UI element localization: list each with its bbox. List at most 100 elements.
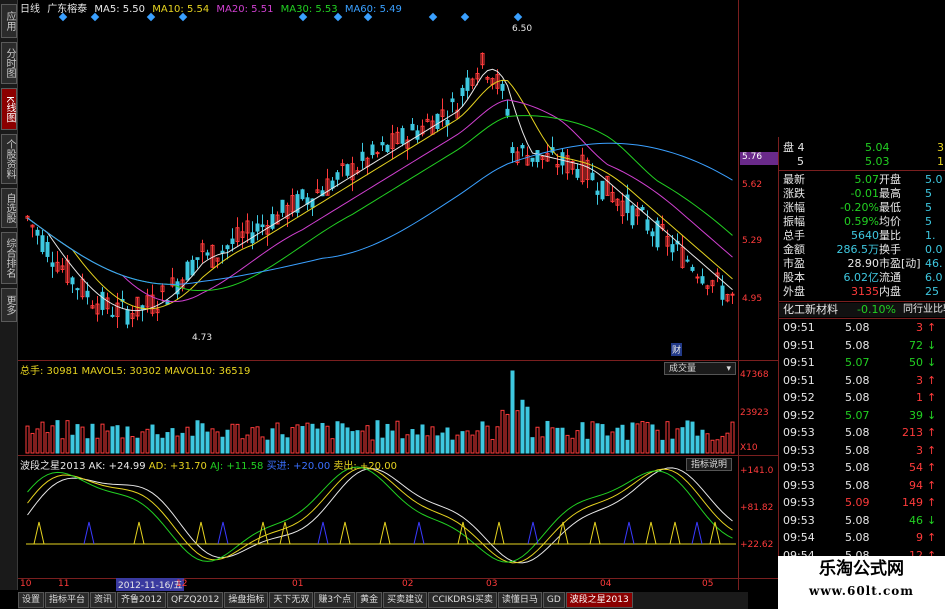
kline-chart[interactable] [18,0,738,590]
volume-bar [700,429,705,454]
tick-volume: 72 [909,338,923,352]
tick-row: 09:53 5.08 3 ↑ [779,444,945,458]
signal-triangle [379,521,391,545]
sector-row[interactable]: 化工新材料 -0.10% 同行业比较 [779,303,945,317]
bottom-tab[interactable]: 买卖建议 [383,592,428,608]
sector-compare-link[interactable]: 同行业比较 [903,303,945,317]
volume-bar [470,434,475,454]
volume-bar [325,425,330,454]
tab-apps[interactable]: 应用 [1,4,17,38]
bottom-tab[interactable]: 天下无双 [269,592,314,608]
financial-marker[interactable]: 财 [671,343,683,356]
volume-bar [125,426,130,454]
bottom-tab[interactable]: 黄金 [356,592,383,608]
bottom-tab[interactable]: QFZQ2012 [166,592,224,608]
indicator-help-button[interactable]: 指标说明 [686,458,733,471]
info-value: 6.0 [925,271,943,284]
volume-bar [310,423,315,454]
price-highlight: 5.76 [740,152,778,165]
volume-bar [190,435,195,454]
candle-body [370,144,375,156]
bottom-tab[interactable]: 资讯 [90,592,117,608]
volume-bar [340,423,345,454]
volume-bar [270,428,275,454]
volume-bar [330,438,335,454]
signal-triangle [339,521,351,545]
arrow-up-icon: ↑ [927,461,937,474]
arrow-down-icon: ↓ [927,513,937,527]
volume-bar [110,426,115,454]
tick-row: 09:51 5.08 3 ↑ [779,374,945,388]
signal-triangle [527,521,539,545]
indicator-axis-label: +141.0 [740,466,774,476]
volume-bar [130,436,135,454]
volume-indicator-select[interactable]: 成交量 ▾ [664,362,736,375]
volume-bar [120,437,125,454]
candle-body [40,235,45,253]
volume-bar [475,430,480,454]
tick-time: 09:54 [783,531,815,544]
indicator-lines [26,466,736,564]
volume-bar [645,421,650,454]
volume-bar [210,428,215,454]
volume-bar [200,423,205,454]
volume-bar [80,426,85,454]
bottom-tab[interactable]: 齐鲁2012 [117,592,166,608]
volume-bar [135,437,140,454]
arrow-up-icon: ↑ [927,443,937,457]
volume-bar [415,434,420,454]
volume-bar [240,438,245,454]
bottom-tab[interactable]: CCIKDRSI买卖 [428,592,497,608]
tab-kline[interactable]: K线图 [1,88,17,130]
left-tab-bar: 应用 分时图 K线图 个股资料 自选股 综合排名 更多 [0,0,18,590]
tab-stock-profile[interactable]: 个股资料 [1,134,17,184]
volume-bar [250,427,255,454]
volume-bar [650,424,655,454]
tick-price: 5.07 [845,356,870,369]
tab-more[interactable]: 更多 [1,288,17,322]
candle-body [535,150,540,163]
volume-bar [290,427,295,454]
candle-body [590,172,595,181]
tick-volume: 213 [902,426,923,439]
volume-bar [555,427,560,454]
tab-ranking[interactable]: 综合排名 [1,232,17,284]
volume-bar [175,435,180,454]
tick-volume: 3 [916,373,923,387]
volume-bar [445,427,450,454]
info-value: 5.0 [925,173,943,186]
volume-bar [405,434,410,454]
bottom-tab[interactable]: 波段之星2013 [565,592,633,608]
bottom-tab[interactable]: 设置 [18,592,45,608]
bottom-tab[interactable]: 操盘指标 [224,592,269,608]
volume-bar [225,429,230,454]
info-key: 总手 [783,229,805,242]
info-key: 量比 [879,229,901,242]
tab-watchlist[interactable]: 自选股 [1,188,17,228]
bottom-tab[interactable]: 指标平台 [45,592,90,608]
candle-body [465,77,470,91]
volume-bar [720,435,725,454]
bottom-tab[interactable]: 赚3个点 [314,592,356,608]
arrow-up-icon: ↑ [927,391,937,404]
candle-body [575,168,580,178]
volume-bar [590,421,595,454]
bottom-tab[interactable]: 读懂日马 [497,592,542,608]
indicator-sell: 卖出: +20.00 [333,461,397,472]
bottom-tab-bar: 设置 指标平台 资讯 齐鲁2012 QFZQ2012 操盘指标 天下无双 赚3个点 黄金 买卖建议… [18,592,748,609]
volume-bar [705,433,710,454]
candle-body [300,189,305,200]
bottom-tab[interactable]: GD [542,592,565,608]
volume-bar [530,437,535,454]
info-key: 开盘 [879,173,901,186]
candle-body [400,128,405,144]
ma-line [27,79,733,310]
quote-divider [779,170,945,171]
info-key: 股本 [783,271,805,284]
candle-body [435,113,440,129]
arrow-down-icon: ↓ [927,408,937,422]
tab-intraday[interactable]: 分时图 [1,42,17,84]
panel-divider [18,455,778,456]
volume-bar [725,432,730,454]
volume-bar [600,424,605,454]
